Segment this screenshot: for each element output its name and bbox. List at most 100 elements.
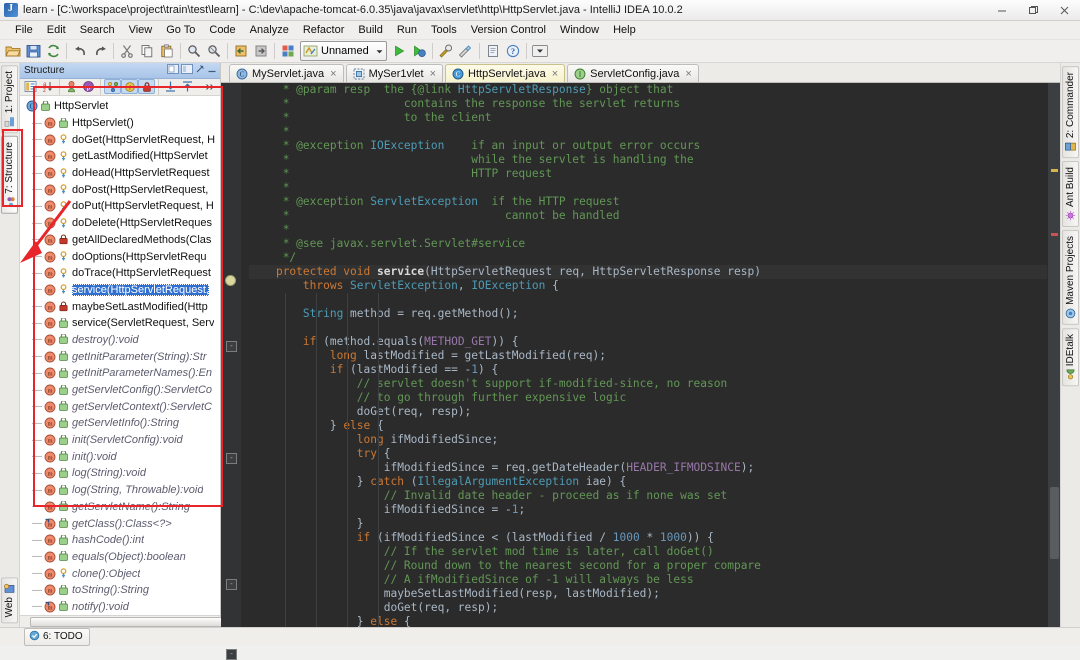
more-icon[interactable] [530, 41, 550, 61]
menu-item-version-control[interactable]: Version Control [464, 23, 553, 37]
sort-by-visibility-icon[interactable] [22, 79, 39, 94]
forward-icon[interactable] [251, 41, 271, 61]
sort-alphabetically-icon[interactable]: az [39, 79, 56, 94]
sync-icon[interactable] [43, 41, 63, 61]
override-marker-icon[interactable] [225, 275, 236, 286]
close-tab-icon[interactable]: × [685, 68, 691, 80]
tree-item[interactable]: —mservice(ServletRequest, Serv [20, 315, 220, 332]
settings-panel-icon[interactable] [181, 64, 193, 77]
show-properties-icon[interactable]: p [80, 79, 97, 94]
code-content[interactable]: * @param resp the {@link HttpServletResp… [241, 83, 1047, 627]
tree-item[interactable]: —mdoGet(HttpServletRequest, H [20, 131, 220, 148]
tree-item[interactable]: —mgetLastModified(HttpServlet [20, 148, 220, 165]
update-icon[interactable] [456, 41, 476, 61]
menu-item-file[interactable]: File [8, 23, 40, 37]
tree-item[interactable]: —mgetAllDeclaredMethods(Clas [20, 232, 220, 249]
tree-item[interactable]: —mmaybeSetLastModified(Http [20, 298, 220, 315]
menu-item-window[interactable]: Window [553, 23, 606, 37]
paste-icon[interactable] [157, 41, 177, 61]
replace-icon[interactable] [204, 41, 224, 61]
right-tab-2-commander[interactable]: 2: Commander [1062, 66, 1079, 158]
menu-item-refactor[interactable]: Refactor [296, 23, 352, 37]
tree-item[interactable]: —mHttpServlet() [20, 115, 220, 132]
editor-vertical-scrollbar[interactable] [1048, 83, 1060, 627]
sidebar-item-structure[interactable]: 7: Structure [1, 136, 18, 214]
tree-item[interactable]: —mhashCode():int [20, 532, 220, 549]
tree-item[interactable]: —minit(ServletConfig):void [20, 432, 220, 449]
autoscroll-from-source-icon[interactable] [179, 79, 196, 94]
menu-item-help[interactable]: Help [606, 23, 643, 37]
chevron-down-icon[interactable] [375, 47, 384, 56]
right-tab-idetalk[interactable]: IDEtalk [1062, 328, 1079, 386]
maximize-button[interactable] [1018, 1, 1049, 20]
minimize-panel-icon[interactable] [167, 64, 179, 77]
redo-icon[interactable] [90, 41, 110, 61]
right-tab-maven-projects[interactable]: Maven Projects [1062, 230, 1079, 325]
structure-tree[interactable]: CHttpServlet—mHttpServlet()—mdoGet(HttpS… [20, 96, 220, 615]
make-icon[interactable] [483, 41, 503, 61]
expand-icon[interactable] [201, 79, 218, 94]
sidebar-item-web[interactable]: Web [1, 577, 18, 623]
show-non-public-icon[interactable]: f [121, 79, 138, 94]
save-icon[interactable] [23, 41, 43, 61]
editor-tab[interactable]: CHttpServlet.java× [445, 64, 565, 82]
tree-item[interactable]: —mdoHead(HttpServletRequest [20, 165, 220, 182]
tree-item[interactable]: —mgetServletName():String [20, 499, 220, 516]
menu-item-edit[interactable]: Edit [40, 23, 73, 37]
scrollbar-thumb[interactable] [1050, 487, 1059, 559]
tree-item[interactable]: —mdoTrace(HttpServletRequest [20, 265, 220, 282]
help-icon[interactable]: ? [503, 41, 523, 61]
tree-item[interactable]: CHttpServlet [20, 98, 220, 115]
copy-icon[interactable] [137, 41, 157, 61]
structure-horizontal-scrollbar[interactable] [20, 615, 220, 627]
tree-item[interactable]: —mdoPut(HttpServletRequest, H [20, 198, 220, 215]
show-fields-icon[interactable] [104, 79, 121, 94]
tree-item[interactable]: —mgetInitParameterNames():En [20, 365, 220, 382]
fold-marker-icon[interactable]: - [226, 341, 237, 352]
tree-item[interactable]: —mgetServletInfo():String [20, 415, 220, 432]
tree-item[interactable]: —mdoDelete(HttpServletReques [20, 215, 220, 232]
undo-icon[interactable] [70, 41, 90, 61]
close-button[interactable] [1049, 1, 1080, 20]
tree-item[interactable]: —mlog(String, Throwable):void [20, 482, 220, 499]
tree-item[interactable]: —mequals(Object):boolean [20, 549, 220, 566]
editor-tab[interactable]: IServletConfig.java× [567, 64, 699, 82]
open-icon[interactable] [3, 41, 23, 61]
minimize-button[interactable] [987, 1, 1018, 20]
hide-panel-icon[interactable] [207, 64, 217, 77]
menu-item-tools[interactable]: Tools [424, 23, 464, 37]
show-private-icon[interactable] [138, 79, 155, 94]
menu-item-run[interactable]: Run [390, 23, 424, 37]
sidebar-item-project[interactable]: 1: Project [1, 65, 18, 133]
tree-item[interactable]: —mlog(String):void [20, 465, 220, 482]
tree-item[interactable]: —mdestroy():void [20, 332, 220, 349]
back-icon[interactable] [231, 41, 251, 61]
menu-item-build[interactable]: Build [351, 23, 389, 37]
tree-item[interactable]: —mservice(HttpServletRequest, [20, 282, 220, 299]
tree-item[interactable]: —mnotify():void [20, 599, 220, 616]
close-tab-icon[interactable]: × [330, 68, 336, 80]
run-configuration-selector[interactable]: Unnamed [300, 41, 387, 61]
close-tab-icon[interactable]: × [430, 68, 436, 80]
menu-item-code[interactable]: Code [202, 23, 242, 37]
tree-item[interactable]: —mclone():Object [20, 565, 220, 582]
menu-item-search[interactable]: Search [73, 23, 122, 37]
tree-item[interactable]: —mgetClass():Class<?> [20, 515, 220, 532]
menu-item-go-to[interactable]: Go To [159, 23, 202, 37]
tree-item[interactable]: —mdoPost(HttpServletRequest, [20, 181, 220, 198]
menu-item-view[interactable]: View [122, 23, 160, 37]
pin-panel-icon[interactable] [195, 64, 205, 77]
close-tab-icon[interactable]: × [552, 68, 558, 80]
find-icon[interactable] [184, 41, 204, 61]
editor-tab[interactable]: CMyServlet.java× [229, 64, 344, 82]
fold-marker-icon[interactable]: - [226, 579, 237, 590]
tree-item[interactable]: —minit():void [20, 448, 220, 465]
tree-item[interactable]: —mdoOptions(HttpServletRequ [20, 248, 220, 265]
menu-item-analyze[interactable]: Analyze [243, 23, 296, 37]
right-tab-ant-build[interactable]: Ant Build [1062, 161, 1079, 227]
tree-item[interactable]: —mgetServletConfig():ServletCo [20, 382, 220, 399]
fold-marker-icon[interactable]: - [226, 453, 237, 464]
todo-button[interactable]: 6: TODO [24, 628, 90, 646]
show-inherited-icon[interactable] [63, 79, 80, 94]
editor-gutter[interactable]: - - - - [221, 83, 241, 627]
